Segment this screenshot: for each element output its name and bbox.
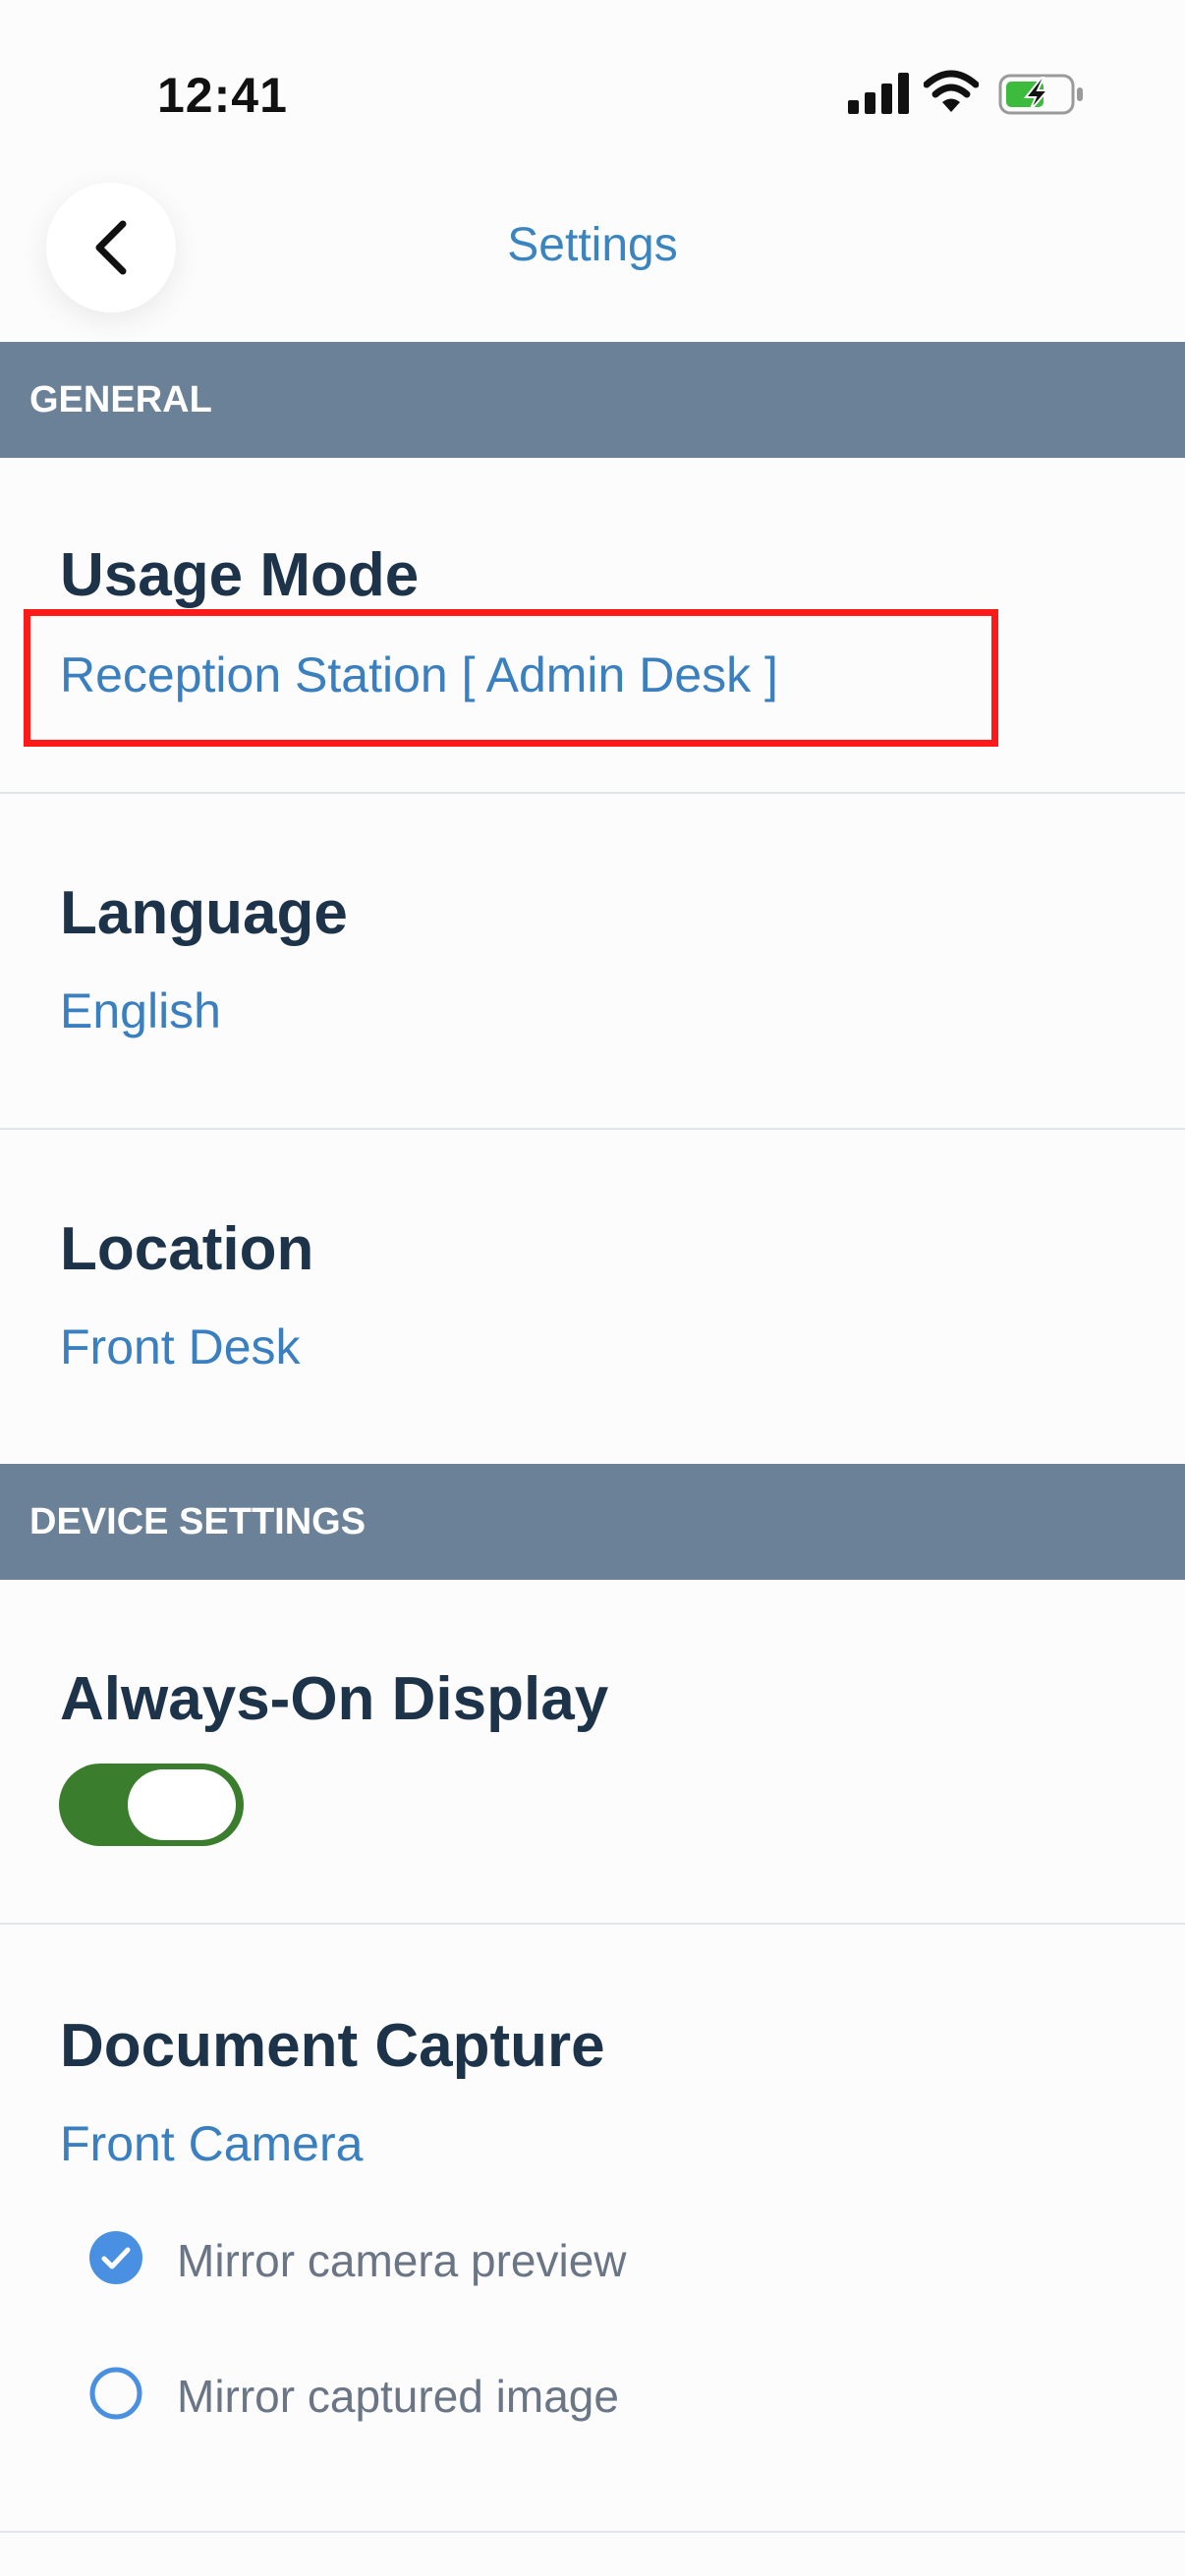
document-capture-title: Document Capture bbox=[60, 2012, 605, 2080]
unchecked-circle-icon bbox=[89, 2367, 142, 2420]
battery-charging-icon bbox=[998, 74, 1083, 115]
status-time: 12:41 bbox=[157, 68, 288, 123]
nav-bar: Settings bbox=[0, 177, 1185, 342]
location-title: Location bbox=[60, 1215, 314, 1283]
usage-mode-title: Usage Mode bbox=[60, 541, 420, 609]
divider bbox=[0, 2531, 1185, 2533]
setting-language[interactable]: Language English bbox=[0, 794, 1185, 1128]
language-title: Language bbox=[60, 879, 348, 947]
toggle-knob bbox=[128, 1769, 236, 1840]
mirror-captured-label: Mirror captured image bbox=[177, 2371, 619, 2422]
section-header-device-settings: DEVICE SETTINGS bbox=[0, 1464, 1185, 1580]
setting-location[interactable]: Location Front Desk bbox=[0, 1130, 1185, 1464]
checked-circle-icon bbox=[89, 2231, 142, 2284]
status-bar: 12:41 bbox=[0, 0, 1185, 187]
location-value: Front Desk bbox=[60, 1319, 301, 1374]
always-on-display-toggle[interactable] bbox=[59, 1764, 244, 1846]
highlight-box bbox=[24, 609, 998, 747]
wifi-icon bbox=[924, 70, 979, 112]
section-header-general: GENERAL bbox=[0, 342, 1185, 458]
language-value: English bbox=[60, 983, 221, 1038]
mirror-preview-label: Mirror camera preview bbox=[177, 2235, 627, 2286]
signal-icon bbox=[848, 73, 909, 114]
always-on-display-title: Always-On Display bbox=[60, 1665, 609, 1733]
mirror-preview-option[interactable]: Mirror camera preview bbox=[86, 2222, 774, 2291]
mirror-captured-option[interactable]: Mirror captured image bbox=[86, 2358, 774, 2427]
document-capture-value[interactable]: Front Camera bbox=[60, 2115, 363, 2172]
setting-always-on-display: Always-On Display bbox=[0, 1580, 1185, 1924]
page-title: Settings bbox=[507, 219, 678, 271]
